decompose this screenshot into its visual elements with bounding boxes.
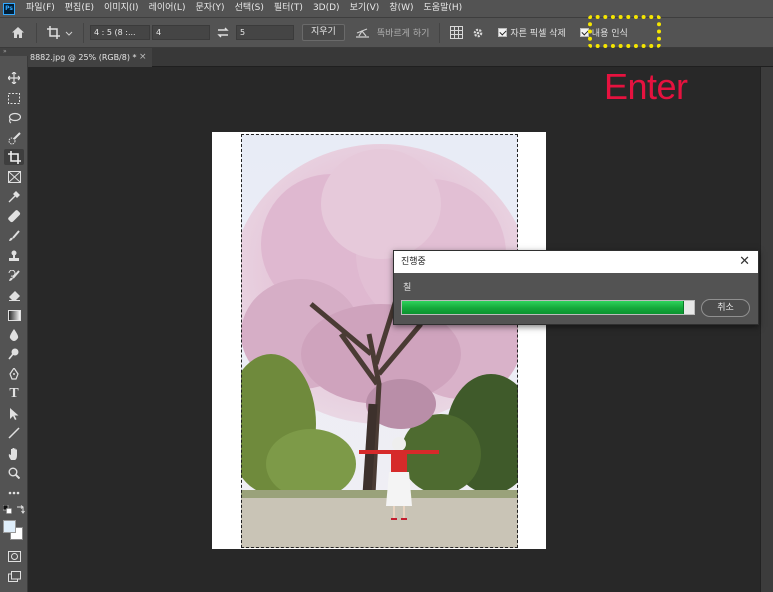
document-tab[interactable]: 8882.jpg @ 25% (RGB/8) * ×: [28, 48, 152, 67]
crop-bounding-box[interactable]: [241, 134, 518, 548]
divider: [439, 22, 441, 43]
quick-selection-tool-icon[interactable]: [4, 130, 24, 146]
menu-filter[interactable]: 필터(T): [269, 0, 308, 17]
screen-mode-icon[interactable]: [4, 568, 24, 584]
quick-mask-icon[interactable]: [4, 548, 24, 564]
straighten-icon[interactable]: [351, 27, 375, 38]
zoom-tool-icon[interactable]: [4, 465, 24, 481]
overlay-grid-icon[interactable]: [446, 26, 466, 39]
path-selection-tool-icon[interactable]: [4, 406, 24, 422]
gear-icon[interactable]: [466, 27, 490, 39]
healing-brush-tool-icon[interactable]: [4, 208, 24, 224]
cancel-button[interactable]: 취소: [701, 299, 750, 317]
marquee-tool-icon[interactable]: [4, 90, 24, 106]
menu-3d[interactable]: 3D(D): [308, 0, 345, 17]
pen-tool-icon[interactable]: [4, 366, 24, 382]
dialog-status-text: 칠: [403, 283, 412, 293]
divider: [36, 22, 37, 43]
progress-bar-fill: [402, 301, 684, 314]
tools-panel: » T: [0, 48, 28, 592]
move-tool-icon[interactable]: [4, 70, 24, 86]
brush-tool-icon[interactable]: [4, 228, 24, 244]
close-icon[interactable]: ✕: [739, 251, 750, 273]
line-tool-icon[interactable]: [4, 425, 24, 441]
delete-cropped-pixels-label[interactable]: 자른 픽셀 삭제: [510, 26, 565, 39]
dialog-title-bar: 진행중 ✕: [394, 251, 758, 273]
close-icon[interactable]: ×: [139, 48, 147, 67]
menu-image[interactable]: 이미지(I): [99, 0, 144, 17]
photoshop-logo: Ps: [3, 2, 15, 15]
clear-button[interactable]: 지우기: [302, 24, 345, 41]
crop-tool-icon[interactable]: [4, 149, 24, 165]
crop-tool-preset-picker[interactable]: [43, 25, 77, 40]
type-tool-icon[interactable]: T: [4, 386, 24, 402]
menu-view[interactable]: 보기(V): [345, 0, 385, 17]
menu-type[interactable]: 문자(Y): [190, 0, 229, 17]
home-icon[interactable]: [6, 26, 30, 39]
menu-window[interactable]: 창(W): [384, 0, 418, 17]
lasso-tool-icon[interactable]: [4, 110, 24, 126]
straighten-label[interactable]: 똑바르게 하기: [377, 26, 430, 39]
menu-help[interactable]: 도움말(H): [419, 0, 468, 17]
width-ratio-input[interactable]: 4: [152, 25, 210, 40]
eyedropper-tool-icon[interactable]: [4, 189, 24, 205]
menu-edit[interactable]: 편집(E): [60, 0, 99, 17]
document-tab-bar: 8882.jpg @ 25% (RGB/8) * ×: [28, 48, 773, 67]
divider: [83, 22, 84, 43]
menu-select[interactable]: 선택(S): [230, 0, 269, 17]
menu-layer[interactable]: 레이어(L): [144, 0, 191, 17]
swap-icon[interactable]: [210, 27, 236, 38]
history-brush-tool-icon[interactable]: [4, 268, 24, 284]
content-aware-highlight: [588, 15, 661, 48]
delete-cropped-pixels-checkbox[interactable]: [498, 28, 508, 37]
progress-dialog: 진행중 ✕ 칠 취소: [393, 250, 759, 325]
foreground-color-swatch[interactable]: [3, 520, 16, 533]
more-tools-icon[interactable]: [4, 485, 24, 501]
clone-stamp-tool-icon[interactable]: [4, 248, 24, 264]
eraser-tool-icon[interactable]: [4, 287, 24, 303]
panel-dock-edge: [760, 67, 773, 592]
gradient-tool-icon[interactable]: [4, 307, 24, 323]
tools-panel-collapse[interactable]: »: [0, 48, 28, 56]
ratio-preset-select[interactable]: 4 : 5 (8 :...: [90, 25, 150, 40]
height-ratio-input[interactable]: 5: [236, 25, 294, 40]
swap-colors-icon[interactable]: [14, 504, 26, 514]
dialog-title: 진행중: [401, 257, 426, 267]
frame-tool-icon[interactable]: [4, 169, 24, 185]
hand-tool-icon[interactable]: [4, 445, 24, 461]
photoshop-window: Ps 파일(F) 편집(E) 이미지(I) 레이어(L) 문자(Y) 선택(S)…: [0, 0, 773, 592]
default-colors-icon[interactable]: [1, 504, 13, 514]
menu-file[interactable]: 파일(F): [21, 0, 60, 17]
document-tab-title: 8882.jpg @ 25% (RGB/8) *: [30, 53, 137, 62]
enter-key-annotation: Enter: [604, 66, 688, 107]
blur-tool-icon[interactable]: [4, 327, 24, 343]
progress-bar: [401, 300, 695, 315]
dodge-tool-icon[interactable]: [4, 346, 24, 362]
